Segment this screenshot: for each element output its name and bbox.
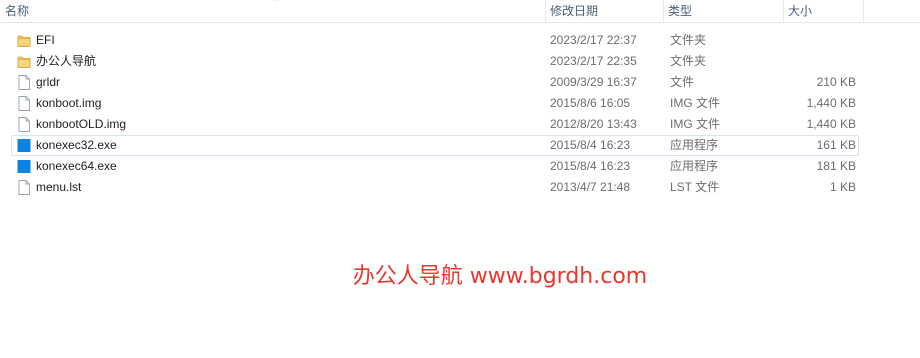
file-name: konboot.img xyxy=(36,96,102,110)
column-divider[interactable] xyxy=(863,0,864,22)
file-type: 应用程序 xyxy=(670,159,719,173)
file-name: EFI xyxy=(36,33,55,47)
file-row[interactable]: konexec64.exe 2015/8/4 16:23 应用程序 181 KB xyxy=(11,156,859,177)
file-type: LST 文件 xyxy=(670,180,720,194)
file-type: IMG 文件 xyxy=(670,117,720,131)
file-type: 应用程序 xyxy=(670,138,719,152)
file-size: 1,440 KB xyxy=(806,117,856,131)
file-row[interactable]: 办公人导航 2023/2/17 22:35 文件夹 xyxy=(11,51,859,72)
file-type: 文件夹 xyxy=(670,33,707,47)
file-row[interactable]: grldr 2009/3/29 16:37 文件 210 KB xyxy=(11,72,859,93)
file-type: IMG 文件 xyxy=(670,96,720,110)
file-type: 文件 xyxy=(670,75,695,89)
file-size xyxy=(782,52,856,71)
folder-icon xyxy=(17,54,31,69)
file-modified-date: 2015/8/4 16:23 xyxy=(550,138,631,152)
watermark-text: 办公人导航 www.bgrdh.com xyxy=(352,264,648,289)
file-modified-date: 2015/8/4 16:23 xyxy=(550,159,631,173)
file-row[interactable]: konbootOLD.img 2012/8/20 13:43 IMG 文件 1,440… xyxy=(11,114,859,135)
file-name: 办公人导航 xyxy=(36,54,97,68)
file-row[interactable]: menu.lst 2013/4/7 21:48 LST 文件 1 KB xyxy=(11,177,859,198)
chevron-up-icon: ⌃ xyxy=(273,0,281,7)
column-header-bar: 名称 ⌃ 修改日期 类型 大小 xyxy=(0,0,920,23)
file-name: menu.lst xyxy=(36,180,82,194)
file-icon xyxy=(17,75,31,90)
file-row[interactable]: konexec32.exe 2015/8/4 16:23 应用程序 161 KB xyxy=(11,135,859,156)
file-size xyxy=(782,31,856,50)
file-name: grldr xyxy=(36,75,61,89)
file-icon xyxy=(17,180,31,195)
file-modified-date: 2013/4/7 21:48 xyxy=(550,180,631,194)
file-size: 1 KB xyxy=(829,180,856,194)
file-modified-date: 2012/8/20 13:43 xyxy=(550,117,637,131)
file-icon xyxy=(17,117,31,132)
file-name: konexec32.exe xyxy=(36,138,117,152)
column-header-size[interactable]: 大小 xyxy=(783,0,863,22)
file-modified-date: 2023/2/17 22:35 xyxy=(550,54,637,68)
column-header-date[interactable]: 修改日期 xyxy=(545,0,663,22)
folder-icon xyxy=(17,33,31,48)
application-icon xyxy=(17,138,31,153)
file-modified-date: 2015/8/6 16:05 xyxy=(550,96,631,110)
file-row[interactable]: EFI 2023/2/17 22:37 文件夹 xyxy=(11,30,859,51)
application-icon xyxy=(17,159,31,174)
file-type: 文件夹 xyxy=(670,54,707,68)
column-header-type[interactable]: 类型 xyxy=(663,0,783,22)
file-size: 181 KB xyxy=(816,159,856,173)
file-size: 210 KB xyxy=(816,75,856,89)
file-size: 161 KB xyxy=(816,138,856,152)
file-row[interactable]: konboot.img 2015/8/6 16:05 IMG 文件 1,440 KB xyxy=(11,93,859,114)
file-icon xyxy=(17,96,31,111)
file-modified-date: 2023/2/17 22:37 xyxy=(550,33,637,47)
file-modified-date: 2009/3/29 16:37 xyxy=(550,75,637,89)
file-size: 1,440 KB xyxy=(806,96,856,110)
file-name: konexec64.exe xyxy=(36,159,117,173)
file-name: konbootOLD.img xyxy=(36,117,127,131)
